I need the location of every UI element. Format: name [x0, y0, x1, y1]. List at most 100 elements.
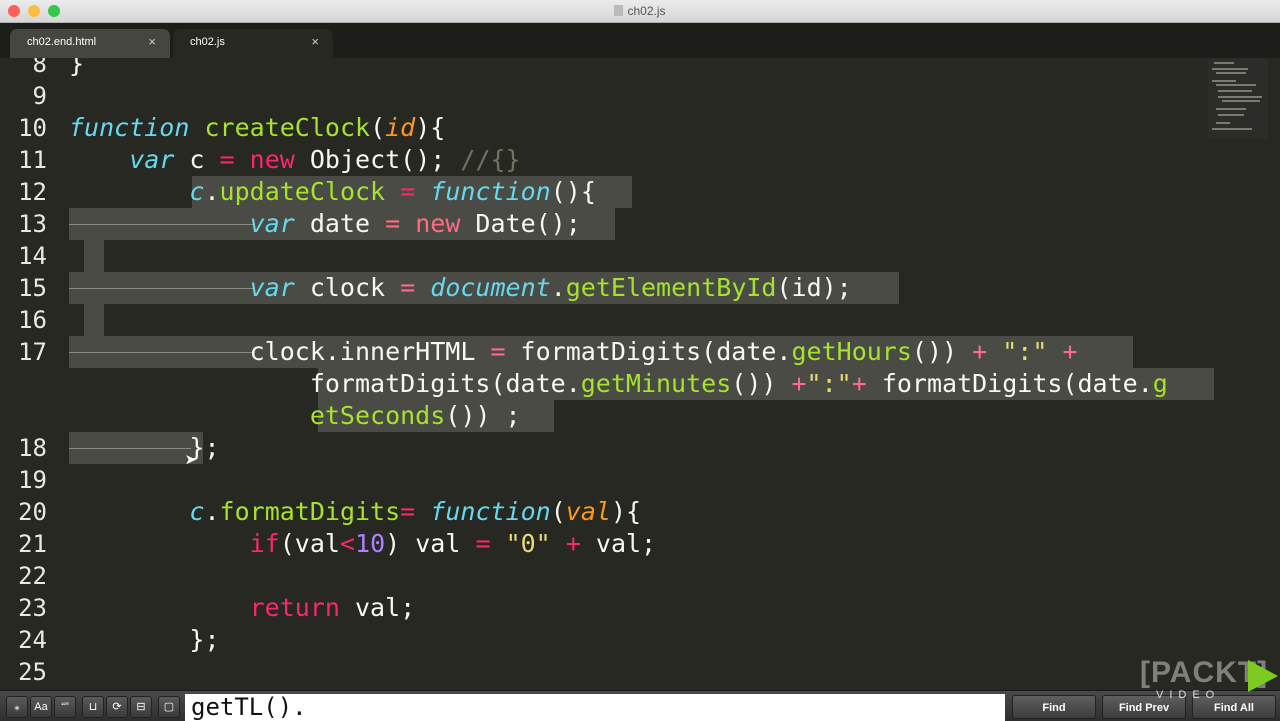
line-number: 18: [18, 434, 47, 462]
code-token: };: [69, 625, 220, 654]
line-number: 25: [18, 658, 47, 686]
tab-label: ch02.end.html: [27, 36, 97, 48]
line-number: 14: [18, 242, 47, 270]
line-number: 16: [18, 306, 47, 334]
minimap-line: [1214, 62, 1234, 64]
minimap[interactable]: [1208, 58, 1268, 138]
highlight-matches-toggle-icon[interactable]: ⊟: [130, 696, 152, 718]
code-line[interactable]: function createClock(id){: [69, 112, 445, 144]
code-line[interactable]: if(val<10) val = "0" + val;: [69, 528, 656, 560]
tab-ch02-end-html[interactable]: ch02.end.html ×: [10, 29, 170, 58]
watermark-sub: VIDEO: [1156, 689, 1221, 701]
show-context-toggle-icon[interactable]: ▢: [158, 696, 180, 718]
code-line[interactable]: c.formatDigits= function(val){: [69, 496, 641, 528]
code-line[interactable]: };: [69, 624, 220, 656]
tab-bar: ch02.end.html × ch02.js ×: [0, 23, 1280, 58]
code-line[interactable]: }: [69, 58, 84, 80]
packt-video-watermark: [PACKT] VIDEO: [1140, 656, 1280, 704]
code-token: val;: [339, 593, 416, 622]
code-line[interactable]: return val;: [69, 592, 416, 624]
regex-toggle-icon[interactable]: ⁎: [6, 696, 28, 718]
code-token: <: [339, 529, 356, 558]
tab-close-icon[interactable]: ×: [311, 34, 319, 49]
code-line[interactable]: var c = new Object(); //{}: [69, 144, 520, 176]
code-token: function: [69, 113, 190, 142]
minimap-line: [1218, 96, 1262, 98]
wrap-toggle-icon[interactable]: ⟳: [106, 696, 128, 718]
line-number: 20: [18, 498, 47, 526]
line-number: 11: [18, 146, 47, 174]
minimap-line: [1218, 90, 1252, 92]
code-token: var: [249, 209, 295, 238]
code-token: "0": [505, 529, 551, 558]
document-icon: [614, 5, 624, 16]
line-number: 13: [18, 210, 47, 238]
code-token: ()) ;: [445, 401, 521, 430]
code-editor[interactable]: 8 9 10 11 12 13 14 15 16 17 18 19 20 21 22 23 24 25 } func…: [0, 58, 1280, 690]
code-token: ()): [911, 337, 973, 366]
code-line[interactable]: c.updateClock = function(){: [69, 176, 596, 208]
window-title-text: ch02.js: [627, 4, 666, 18]
minimap-line: [1222, 100, 1260, 102]
in-selection-toggle-icon[interactable]: ⊔: [82, 696, 104, 718]
code-token: return: [249, 593, 340, 622]
code-token: +: [791, 369, 807, 398]
find-panel: ⁎ Aa “” ⊔ ⟳ ⊟ ▢ getTL(). Find Find Prev …: [0, 690, 1280, 721]
tab-ch02-js[interactable]: ch02.js ×: [173, 29, 333, 58]
code-token: getMinutes: [580, 369, 732, 398]
code-token: =: [400, 273, 416, 302]
code-token: new: [249, 145, 295, 174]
code-token: (val: [279, 529, 340, 558]
find-input[interactable]: getTL().: [185, 694, 1005, 721]
minimap-line: [1216, 108, 1246, 110]
minimap-line: [1218, 114, 1244, 116]
code-token: new: [415, 209, 461, 238]
minimap-line: [1212, 68, 1248, 70]
play-icon: [1248, 660, 1278, 692]
line-number: 15: [18, 274, 47, 302]
code-token: ){: [610, 497, 642, 526]
code-token: formatDigits(date.: [69, 369, 581, 398]
code-token: c: [174, 145, 220, 174]
code-token: getHours: [791, 337, 912, 366]
code-token: ":": [806, 369, 852, 398]
code-token: =: [219, 145, 235, 174]
mouse-pointer-icon: ➤: [185, 448, 198, 472]
code-token: .: [204, 177, 220, 206]
code-token: =: [475, 529, 491, 558]
code-line[interactable]: clock.innerHTML = formatDigits(date.getH…: [69, 336, 1078, 368]
code-line[interactable]: formatDigits(date.getMinutes()) +":"+ fo…: [69, 368, 1168, 400]
code-token: val;: [580, 529, 657, 558]
code-line[interactable]: var date = new Date();: [69, 208, 581, 240]
whole-word-toggle[interactable]: “”: [54, 696, 76, 718]
find-button[interactable]: Find: [1012, 695, 1096, 719]
minimap-line: [1216, 84, 1256, 86]
line-number: 19: [18, 466, 47, 494]
code-token: function: [430, 497, 551, 526]
code-token: (){: [550, 177, 596, 206]
line-number: 8: [32, 58, 47, 78]
code-line[interactable]: etSeconds()) ;: [69, 400, 521, 432]
tab-close-icon[interactable]: ×: [148, 34, 156, 49]
code-token: =: [385, 209, 401, 238]
line-number: 22: [18, 562, 47, 590]
case-sensitive-toggle[interactable]: Aa: [30, 696, 52, 718]
code-token: =: [490, 337, 506, 366]
code-token: ) val: [385, 529, 476, 558]
code-token: (id);: [776, 273, 852, 302]
code-token: id: [385, 113, 416, 142]
line-number: 21: [18, 530, 47, 558]
code-token: var: [129, 145, 175, 174]
code-line[interactable]: var clock = document.getElementById(id);: [69, 272, 852, 304]
title-bar: ch02.js: [0, 0, 1280, 23]
